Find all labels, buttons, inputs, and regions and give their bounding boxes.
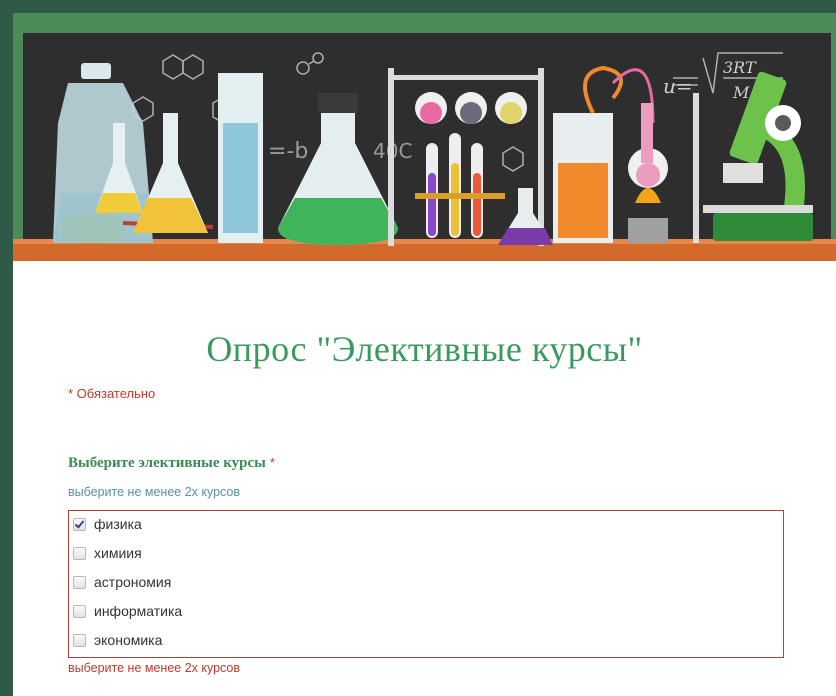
header-banner: 3RT M u= =-b 40C — [13, 13, 836, 261]
question-title-text: Выберите элективные курсы — [68, 455, 266, 471]
option-label: информатика — [94, 603, 183, 619]
option-informatika[interactable]: информатика — [73, 600, 182, 622]
validation-error: выберите не менее 2х курсов — [68, 661, 241, 675]
option-label: физика — [94, 516, 142, 532]
checkbox[interactable] — [73, 575, 86, 589]
question-help-text: выберите не менее 2х курсов — [68, 485, 241, 499]
science-lab-illustration: 3RT M u= =-b 40C — [13, 13, 836, 261]
option-khimiya[interactable]: химиия — [73, 542, 142, 564]
svg-text:=-b: =-b — [268, 139, 308, 164]
option-astronomiya[interactable]: астрономия — [73, 571, 171, 593]
option-label: экономика — [94, 632, 163, 648]
option-ekonomika[interactable]: экономика — [73, 629, 162, 651]
question-title: Выберите элективные курсы * — [68, 455, 275, 472]
svg-text:M: M — [732, 83, 750, 102]
checkbox-group: физика химиия астрономия информатика эко… — [68, 510, 784, 658]
checkbox[interactable] — [73, 517, 86, 531]
checkbox[interactable] — [73, 604, 86, 618]
svg-text:u=: u= — [663, 74, 693, 98]
svg-text:3RT: 3RT — [723, 58, 757, 77]
checkbox[interactable] — [73, 546, 86, 560]
form-container: 3RT M u= =-b 40C — [13, 13, 836, 696]
checkbox[interactable] — [73, 633, 86, 647]
form-title: Опрос "Элективные курсы" — [206, 329, 643, 369]
option-label: химиия — [94, 545, 142, 561]
option-label: астрономия — [94, 574, 172, 590]
option-fizika[interactable]: физика — [73, 513, 142, 535]
required-marker: * — [269, 455, 275, 470]
required-note: * Обязательно — [68, 386, 156, 401]
